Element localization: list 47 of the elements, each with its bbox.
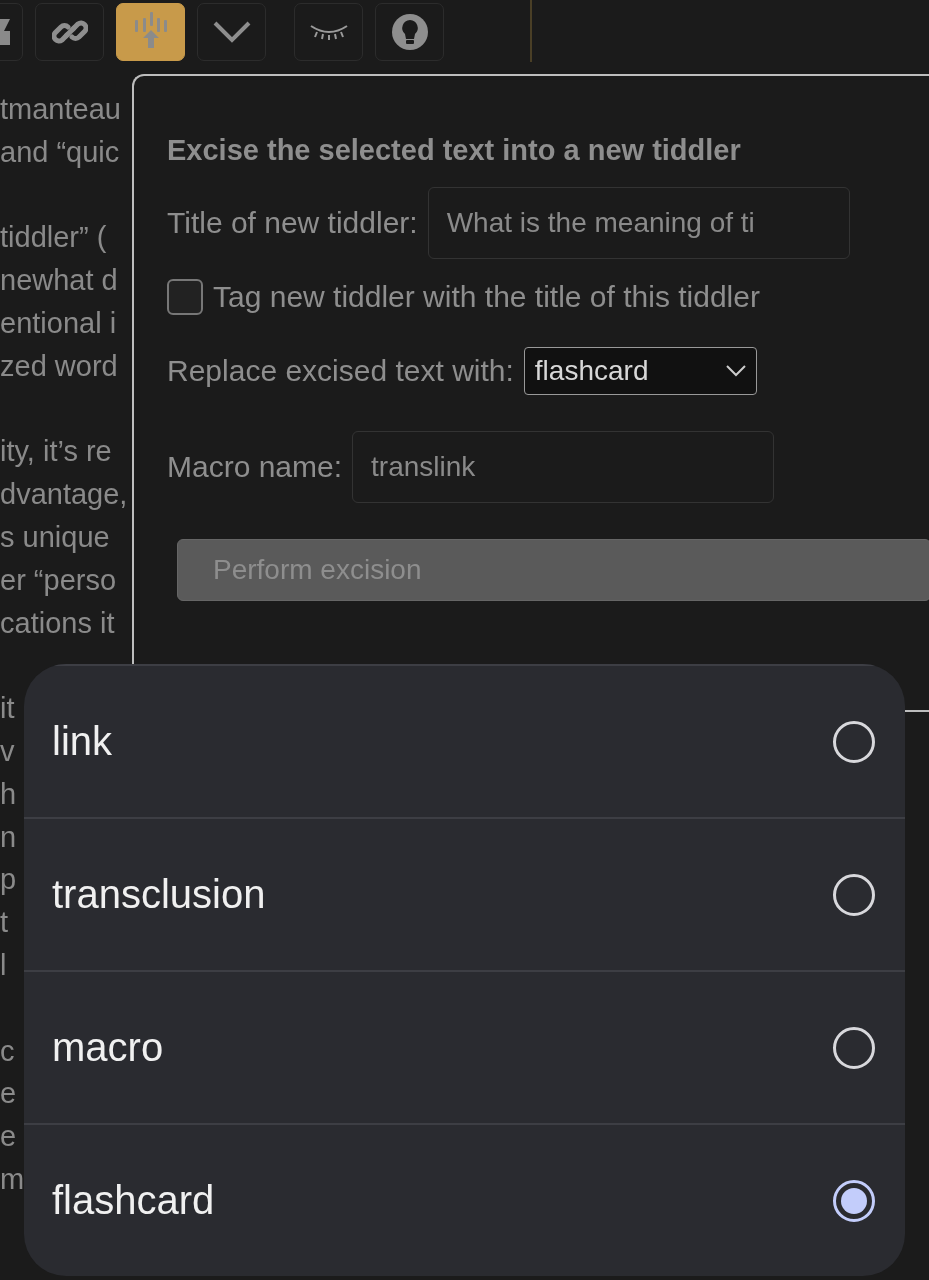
text-line: cations it <box>0 605 115 641</box>
text-line: it <box>0 691 15 727</box>
radio-button[interactable] <box>833 720 875 763</box>
checkbox[interactable] <box>167 279 203 315</box>
field-label: Title of new tiddler: <box>167 206 418 240</box>
text-line: v <box>0 733 15 769</box>
toolbar-button[interactable] <box>197 3 266 61</box>
text-line: p <box>0 862 17 898</box>
text-line: dvantage, <box>0 477 128 513</box>
chevron-down-icon <box>725 365 746 377</box>
radio-button[interactable] <box>833 1179 875 1222</box>
field-label: Macro name: <box>167 450 343 484</box>
text-line: e <box>0 1119 17 1155</box>
radio-button[interactable] <box>833 873 875 916</box>
option-item[interactable]: link <box>24 664 905 817</box>
text-line: zed word <box>0 348 118 384</box>
checkbox-label: Tag new tiddler with the title of this tiddler <box>213 280 760 314</box>
text-line: n <box>0 819 17 855</box>
toolbar-button[interactable] <box>375 3 444 61</box>
replace-dropdown[interactable]: flashcard <box>523 347 757 395</box>
text-line: c <box>0 1033 15 1069</box>
text-line: h <box>0 776 17 812</box>
text-line: newhat d <box>0 263 118 299</box>
chevron-down-icon <box>212 21 251 43</box>
text-line: l <box>0 947 7 983</box>
text-line: and “quic <box>0 134 120 170</box>
text-line: tiddler” ( <box>0 220 107 256</box>
closed-eye-icon <box>308 24 349 40</box>
text-line: tmanteau <box>0 92 121 127</box>
macro-name-field[interactable]: translink <box>352 431 775 503</box>
radio-button[interactable] <box>833 1026 875 1069</box>
text-line: e <box>0 1076 17 1112</box>
text-line: ity, it’s re <box>0 434 112 470</box>
text-line: s unique <box>0 519 110 555</box>
option-item[interactable]: transclusion <box>24 817 905 970</box>
title-field[interactable]: What is the meaning of ti <box>427 187 850 259</box>
toolbar-button[interactable] <box>35 3 104 61</box>
field-label: Replace excised text with: <box>167 354 514 388</box>
dialog-heading: Excise the selected text into a new tiddler <box>167 134 742 167</box>
option-item[interactable]: flashcard <box>24 1123 905 1276</box>
lightbulb-icon <box>390 13 429 51</box>
text-line: m <box>0 1161 25 1197</box>
text-line: er “perso <box>0 562 117 598</box>
text-line: t <box>0 905 9 941</box>
text-line: entional i <box>0 306 117 341</box>
option-item[interactable]: macro <box>24 970 905 1123</box>
toolbar-button[interactable] <box>294 3 363 61</box>
